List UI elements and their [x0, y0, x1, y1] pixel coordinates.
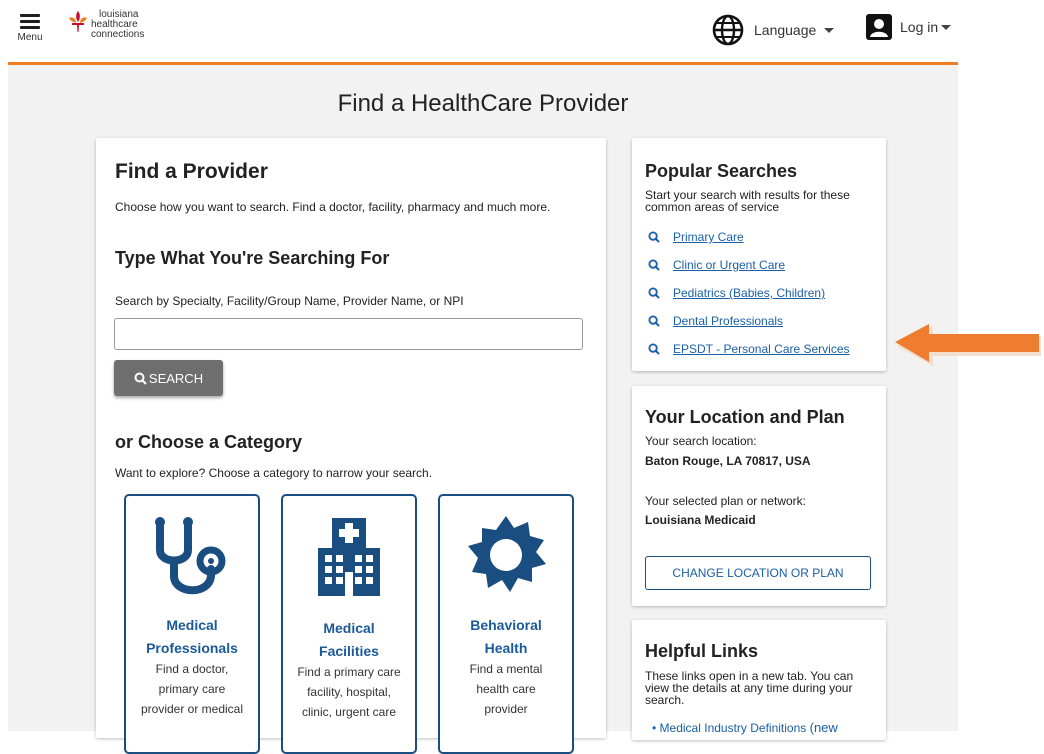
popular-search-link[interactable]: Clinic or Urgent Care [648, 258, 785, 272]
search-icon [648, 259, 660, 271]
login-menu[interactable]: Log in [866, 14, 952, 40]
popular-searches-intro: Start your search with results for these… [645, 188, 850, 214]
location-plan-heading: Your Location and Plan [645, 407, 845, 427]
menu-button[interactable]: Menu [17, 14, 43, 43]
popular-search-label: EPSDT - Personal Care Services [673, 342, 850, 356]
helpful-links-intro: These links open in a new tab. You can v… [645, 669, 854, 707]
search-icon [648, 287, 660, 299]
helpful-link-suffix: (new [809, 720, 838, 735]
fleur-de-lis-logo-icon [69, 11, 87, 32]
site-header: Menu louisiana healthcare connections La… [0, 0, 958, 62]
behavioral-health-icon [468, 516, 546, 592]
popular-search-link[interactable]: Dental Professionals [648, 314, 783, 328]
category-description: Find a doctor, primary care provider or … [140, 662, 244, 716]
category-heading: or Choose a Category [115, 432, 303, 452]
helpful-link-item[interactable]: • Medical Industry Definitions (new [652, 720, 838, 735]
category-title-line1: Medical [166, 617, 218, 633]
language-label: Language [754, 22, 817, 38]
search-heading: Type What You're Searching For [115, 248, 390, 268]
logo-text: louisiana healthcare connections [91, 10, 144, 40]
search-icon [648, 315, 660, 327]
category-title-line2: Health [484, 640, 528, 656]
annotation-arrow-icon [895, 324, 1041, 366]
find-provider-card: Find a Provider Choose how you want to s… [96, 138, 606, 754]
popular-search-link[interactable]: EPSDT - Personal Care Services [648, 342, 850, 356]
search-icon [134, 372, 147, 385]
category-medical-professionals[interactable]: Medical Professionals Find a doctor, pri… [124, 494, 260, 754]
helpful-link-text: Medical Industry Definitions [659, 721, 807, 735]
find-provider-intro: Choose how you want to search. Find a do… [115, 200, 551, 214]
search-icon [648, 231, 660, 243]
popular-search-label: Pediatrics (Babies, Children) [673, 286, 826, 300]
helpful-links-card: Helpful Links These links open in a new … [632, 620, 886, 740]
popular-searches-card: Popular Searches Start your search with … [632, 138, 886, 371]
provider-search-input[interactable] [114, 318, 583, 350]
category-title-line1: Behavioral [470, 617, 542, 633]
logo-line-3: connections [91, 29, 145, 40]
popular-search-link[interactable]: Pediatrics (Babies, Children) [648, 286, 825, 300]
change-location-plan-button[interactable]: CHANGE LOCATION OR PLAN [645, 556, 871, 590]
location-label: Your search location: [645, 434, 757, 448]
chevron-down-icon [941, 24, 952, 30]
location-value: Baton Rouge, LA 70817, USA [645, 454, 811, 468]
search-button[interactable]: SEARCH [114, 360, 223, 396]
popular-search-label: Dental Professionals [673, 314, 784, 328]
plan-value: Louisiana Medicaid [645, 513, 756, 527]
category-description: Find a mental health care provider [469, 662, 543, 716]
category-title-line1: Medical [323, 620, 375, 636]
category-description: Find a primary care facility, hospital, … [297, 665, 401, 719]
popular-search-label: Primary Care [673, 230, 744, 244]
chevron-down-icon [824, 27, 835, 33]
popular-search-link[interactable]: Primary Care [648, 230, 744, 244]
category-behavioral-health[interactable]: Behavioral Health Find a mental health c… [438, 494, 574, 754]
menu-label: Menu [17, 32, 43, 43]
page-title: Find a HealthCare Provider [337, 90, 629, 117]
plan-label: Your selected plan or network: [645, 494, 806, 508]
search-button-label: SEARCH [148, 370, 204, 386]
category-medical-facilities[interactable]: Medical Facilities Find a primary care f… [281, 494, 417, 754]
hamburger-icon [20, 14, 40, 29]
search-icon [648, 343, 660, 355]
site-logo[interactable]: louisiana healthcare connections [67, 10, 144, 40]
login-label: Log in [900, 19, 939, 35]
stethoscope-icon [155, 517, 226, 595]
location-plan-card: Your Location and Plan Your search locat… [632, 386, 886, 606]
language-selector[interactable]: Language [712, 14, 835, 46]
popular-searches-heading: Popular Searches [645, 161, 798, 181]
category-title-line2: Professionals [146, 640, 238, 656]
helpful-links-heading: Helpful Links [645, 641, 759, 661]
search-label: Search by Specialty, Facility/Group Name… [115, 294, 464, 308]
user-account-icon [866, 14, 892, 40]
popular-search-label: Clinic or Urgent Care [673, 258, 786, 272]
find-provider-heading: Find a Provider [115, 160, 268, 183]
globe-icon [712, 14, 744, 46]
hospital-icon [318, 518, 380, 596]
category-title-line2: Facilities [319, 643, 379, 659]
category-intro: Want to explore? Choose a category to na… [115, 466, 433, 480]
